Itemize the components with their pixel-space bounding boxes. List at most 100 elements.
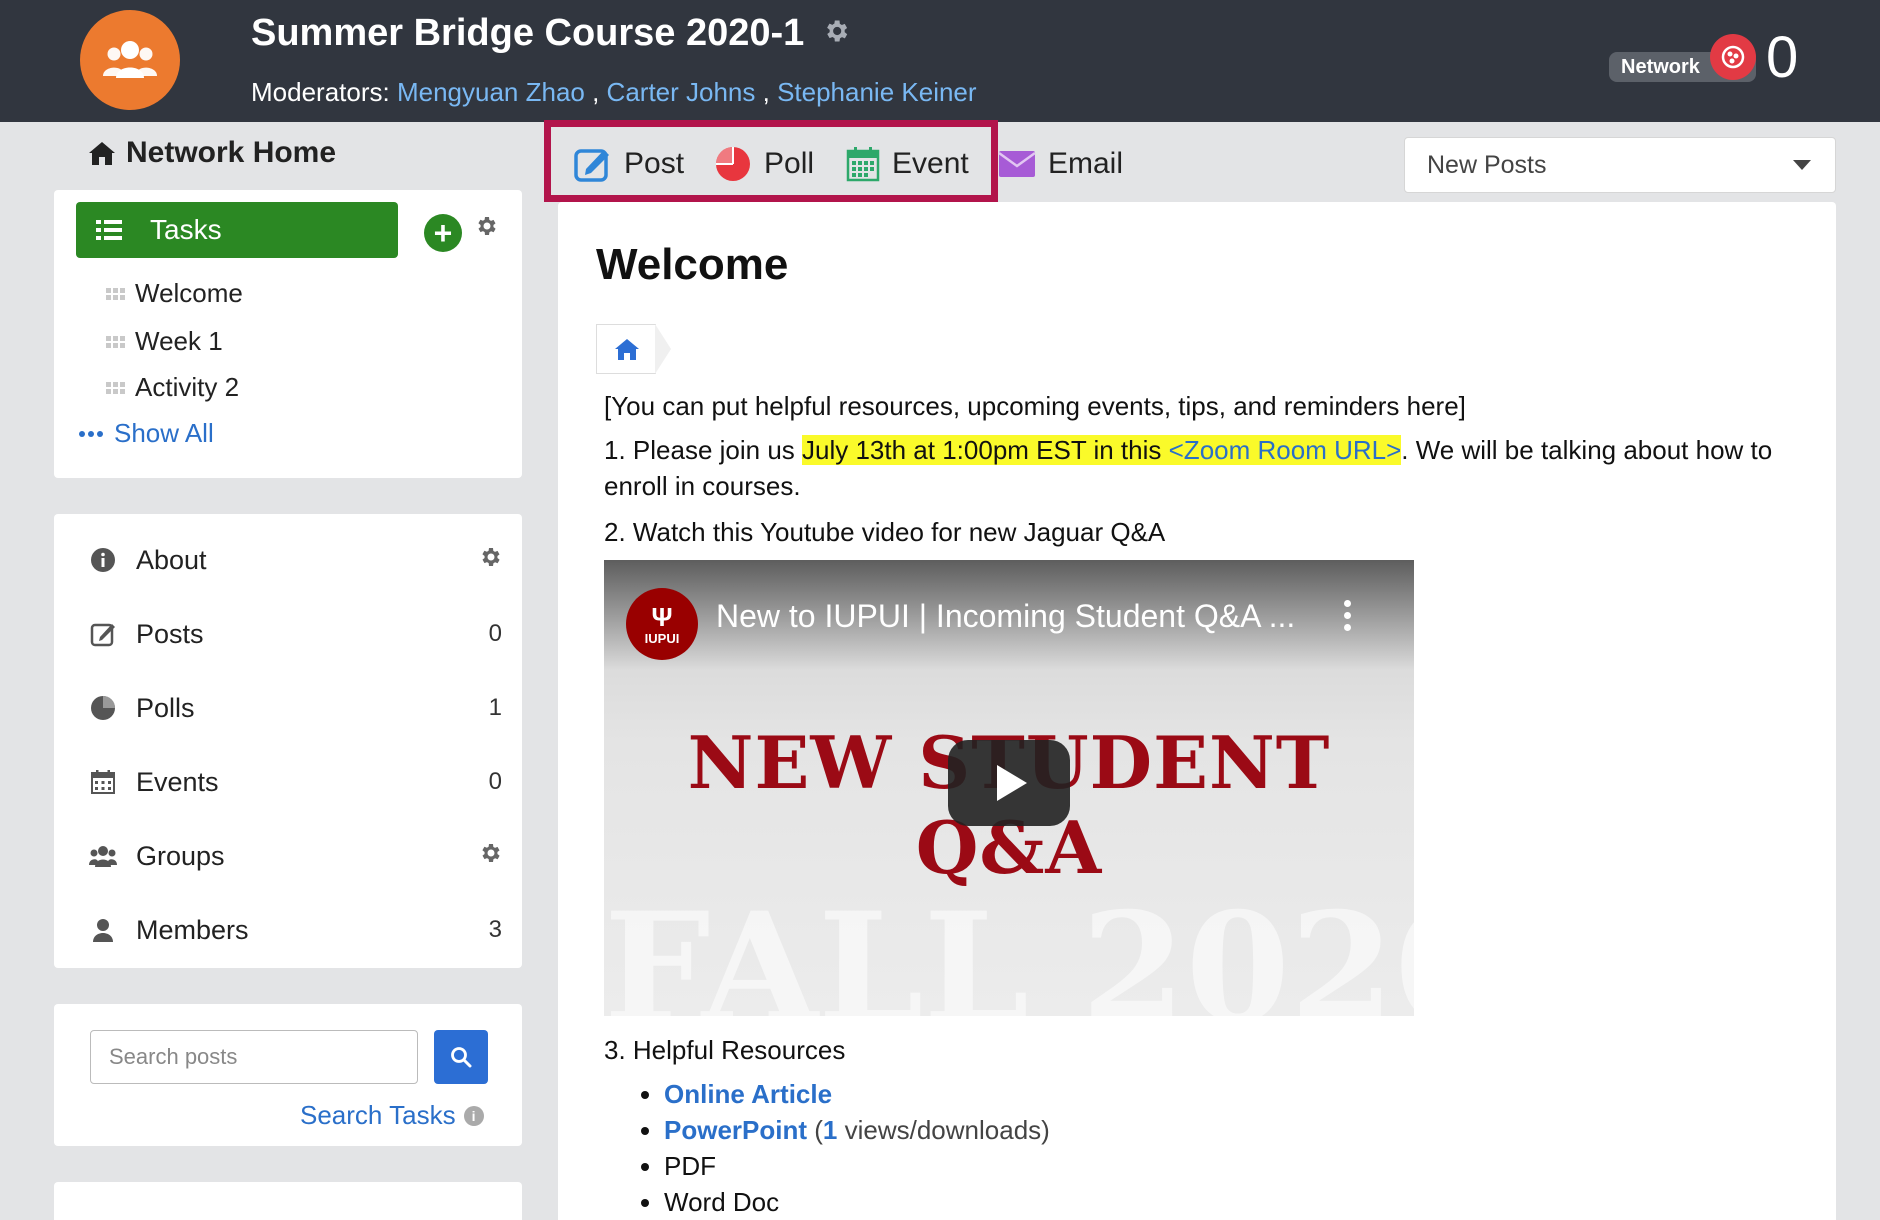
person-icon bbox=[88, 918, 118, 942]
moderators-label: Moderators: bbox=[251, 77, 390, 107]
groups-settings-gear-icon[interactable] bbox=[462, 841, 502, 872]
task-item-week-1[interactable]: Week 1 bbox=[106, 326, 223, 357]
moderators-line: Moderators: Mengyuan Zhao , Carter Johns… bbox=[251, 77, 977, 107]
task-item-label: Welcome bbox=[135, 278, 243, 308]
ellipsis-icon bbox=[79, 430, 103, 437]
posts-filter-dropdown[interactable]: New Posts bbox=[1404, 137, 1836, 193]
channel-avatar[interactable]: Ψ IUPUI bbox=[626, 588, 698, 660]
play-button[interactable] bbox=[948, 740, 1070, 826]
task-item-label: Week 1 bbox=[135, 326, 223, 356]
group-icon bbox=[88, 844, 118, 868]
show-all-link[interactable]: Show All bbox=[78, 418, 214, 449]
search-tasks-label: Search Tasks bbox=[300, 1100, 456, 1130]
channel-name: IUPUI bbox=[644, 630, 680, 646]
moderator-link[interactable]: Mengyuan Zhao bbox=[397, 77, 585, 107]
views-paren: ( bbox=[814, 1115, 823, 1145]
network-home-link[interactable]: Network Home bbox=[88, 136, 336, 170]
nav-item-groups[interactable]: Groups bbox=[88, 836, 502, 876]
nav-item-members[interactable]: Members 3 bbox=[88, 910, 502, 950]
drag-handle-icon[interactable] bbox=[106, 287, 125, 300]
course-settings-gear-icon[interactable] bbox=[822, 12, 850, 55]
about-settings-gear-icon[interactable] bbox=[462, 545, 502, 576]
pie-icon bbox=[88, 695, 118, 721]
trident-icon: Ψ bbox=[651, 601, 673, 632]
list-item: Online Article bbox=[664, 1076, 1050, 1112]
highlighted-date: July 13th at 1:00pm EST in this <Zoom Ro… bbox=[802, 435, 1402, 465]
item-3-text: 3. Helpful Resources bbox=[604, 1035, 846, 1065]
nav-item-posts[interactable]: Posts 0 bbox=[88, 614, 502, 654]
events-count: 0 bbox=[488, 768, 502, 795]
list-item: PDF bbox=[664, 1148, 1050, 1184]
add-task-plus-icon[interactable]: + bbox=[424, 214, 462, 252]
search-posts-input[interactable] bbox=[90, 1030, 418, 1084]
youtube-video-embed[interactable]: NEW STUDENT Q&A FALL 2020 Ψ IUPUI New to… bbox=[604, 560, 1414, 1016]
search-tasks-link[interactable]: Search Tasks i bbox=[300, 1100, 484, 1131]
network-home-label: Network Home bbox=[126, 136, 337, 169]
nav-label: Members bbox=[136, 914, 249, 945]
nav-label: Events bbox=[136, 766, 219, 797]
breadcrumb-home[interactable] bbox=[596, 324, 656, 374]
intro-text: [You can put helpful resources, upcoming… bbox=[604, 391, 1466, 421]
zoom-room-link[interactable]: <Zoom Room URL> bbox=[1169, 435, 1402, 465]
nav-item-about[interactable]: About bbox=[88, 540, 502, 580]
posts-count: 0 bbox=[488, 620, 502, 647]
course-title: Summer Bridge Course 2020-1 bbox=[251, 12, 850, 55]
chevron-down-icon bbox=[1793, 160, 1811, 170]
moderator-link[interactable]: Stephanie Keiner bbox=[777, 77, 976, 107]
task-item-welcome[interactable]: Welcome bbox=[106, 278, 243, 309]
highlighted-date-text: July 13th at 1:00pm EST in this bbox=[802, 435, 1169, 465]
views-count-link[interactable]: 1 bbox=[823, 1115, 837, 1145]
breadcrumb-divider bbox=[655, 324, 671, 374]
tasks-button[interactable]: Tasks bbox=[76, 202, 398, 258]
edit-icon bbox=[88, 621, 118, 647]
video-watermark: FALL 2020 bbox=[604, 880, 1414, 1016]
network-count: 0 bbox=[1766, 25, 1799, 90]
members-count: 3 bbox=[488, 916, 502, 943]
powerpoint-views: (1 views/downloads) bbox=[814, 1115, 1050, 1145]
info-icon[interactable]: i bbox=[463, 1105, 484, 1126]
item-1-suffix: . We will be talking about how to bbox=[1401, 435, 1773, 465]
powerpoint-link[interactable]: PowerPoint bbox=[664, 1115, 807, 1145]
more-options-icon[interactable] bbox=[1344, 600, 1351, 631]
item-2-text: 2. Watch this Youtube video for new Jagu… bbox=[604, 517, 1166, 547]
page-title: Welcome bbox=[596, 240, 789, 289]
filter-selected-value: New Posts bbox=[1427, 150, 1547, 179]
course-title-text: Summer Bridge Course 2020-1 bbox=[251, 12, 805, 54]
pdf-item: PDF bbox=[664, 1151, 716, 1181]
search-card: Search Tasks i bbox=[54, 1004, 522, 1146]
nav-label: Polls bbox=[136, 692, 195, 723]
item-1-prefix: 1. Please join us bbox=[604, 435, 803, 465]
search-button[interactable] bbox=[434, 1030, 488, 1084]
group-icon bbox=[103, 41, 157, 78]
nav-label: Groups bbox=[136, 840, 225, 871]
drag-handle-icon[interactable] bbox=[106, 381, 125, 394]
moderator-link[interactable]: Carter Johns bbox=[607, 77, 756, 107]
tasks-label: Tasks bbox=[150, 214, 222, 245]
network-nav-card: About Posts 0 Polls 1 Events 0 Groups Me… bbox=[54, 514, 522, 968]
list-item: Word Doc bbox=[664, 1184, 1050, 1220]
drag-handle-icon[interactable] bbox=[106, 335, 125, 348]
email-envelope-icon bbox=[998, 151, 1036, 177]
polls-count: 1 bbox=[488, 694, 502, 721]
annotation-highlight-box bbox=[544, 120, 998, 202]
item-1-line-2: enroll in courses. bbox=[604, 471, 801, 501]
nav-item-events[interactable]: Events 0 bbox=[88, 762, 502, 802]
top-header: Summer Bridge Course 2020-1 Moderators: … bbox=[0, 0, 1880, 122]
play-icon bbox=[997, 765, 1027, 801]
list-item: PowerPoint (1 views/downloads) bbox=[664, 1112, 1050, 1148]
email-button[interactable]: Email bbox=[998, 140, 1123, 188]
list-icon bbox=[96, 220, 122, 240]
network-notification-icon[interactable] bbox=[1710, 34, 1756, 80]
home-icon bbox=[614, 339, 639, 360]
video-title[interactable]: New to IUPUI | Incoming Student Q&A ... bbox=[716, 598, 1295, 635]
nav-label: About bbox=[136, 544, 207, 575]
online-article-link[interactable]: Online Article bbox=[664, 1079, 832, 1109]
task-item-activity-2[interactable]: Activity 2 bbox=[106, 372, 239, 403]
nav-label: Posts bbox=[136, 618, 204, 649]
tasks-settings-gear-icon[interactable] bbox=[474, 214, 498, 243]
show-all-label: Show All bbox=[114, 418, 214, 448]
main-content-panel: Welcome [You can put helpful resources, … bbox=[558, 202, 1836, 1220]
network-logo[interactable] bbox=[80, 10, 180, 110]
nav-item-polls[interactable]: Polls 1 bbox=[88, 688, 502, 728]
info-icon bbox=[88, 547, 118, 573]
